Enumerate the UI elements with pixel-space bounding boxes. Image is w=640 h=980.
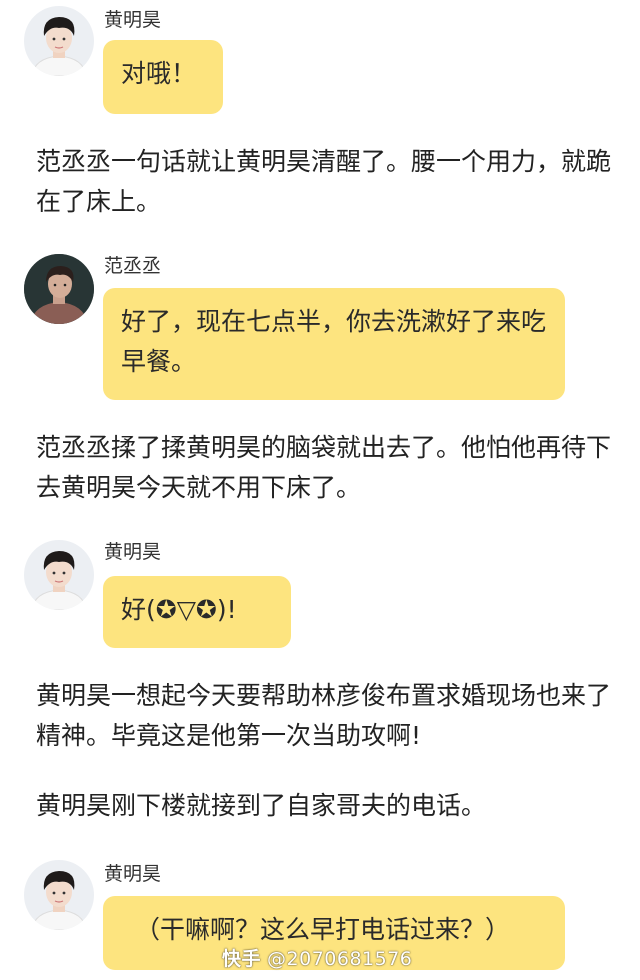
man-portrait-icon (24, 254, 94, 324)
avatar-huang-minghao[interactable] (24, 540, 94, 610)
message-text: 好了，现在七点半，你去洗漱好了来吃早餐。 (121, 307, 547, 376)
sender-name: 范丞丞 (104, 255, 162, 277)
narration-paragraph: 范丞丞揉了揉黄明昊的脑袋就出去了。他怕他再待下去黄明昊今天就不用下床了。 (36, 433, 612, 502)
watermark-brand: 快手 (222, 948, 262, 970)
watermark-handle: @2070681576 (267, 948, 413, 970)
message-bubble[interactable]: 好(✪▽✪)! (103, 576, 291, 648)
narration-paragraph: 黄明昊一想起今天要帮助林彦俊布置求婚现场也来了精神。毕竟这是他第一次当助攻啊! (36, 681, 612, 750)
sender-name: 黄明昊 (104, 863, 162, 885)
boy-portrait-icon (24, 540, 94, 610)
sender-name: 黄明昊 (104, 9, 162, 31)
message-bubble[interactable]: 对哦！ (103, 40, 223, 114)
sender-name: 黄明昊 (104, 541, 162, 563)
narration-paragraph: 范丞丞一句话就让黄明昊清醒了。腰一个用力，就跪在了床上。 (36, 147, 612, 216)
message-bubble[interactable]: 好了，现在七点半，你去洗漱好了来吃早餐。 (103, 288, 565, 400)
narration-paragraph: 黄明昊刚下楼就接到了自家哥夫的电话。 (36, 791, 487, 820)
message-text: 好(✪▽✪)! (121, 595, 237, 624)
avatar-huang-minghao[interactable] (24, 6, 94, 76)
avatar-huang-minghao[interactable] (24, 860, 94, 930)
message-text: 对哦！ (121, 59, 197, 88)
watermark: 快手 @2070681576 (222, 944, 412, 971)
message-text: （干嘛啊？这么早打电话过来？） (135, 915, 511, 944)
boy-portrait-icon (24, 860, 94, 930)
boy-portrait-icon (24, 6, 94, 76)
avatar-fan-chengcheng[interactable] (24, 254, 94, 324)
